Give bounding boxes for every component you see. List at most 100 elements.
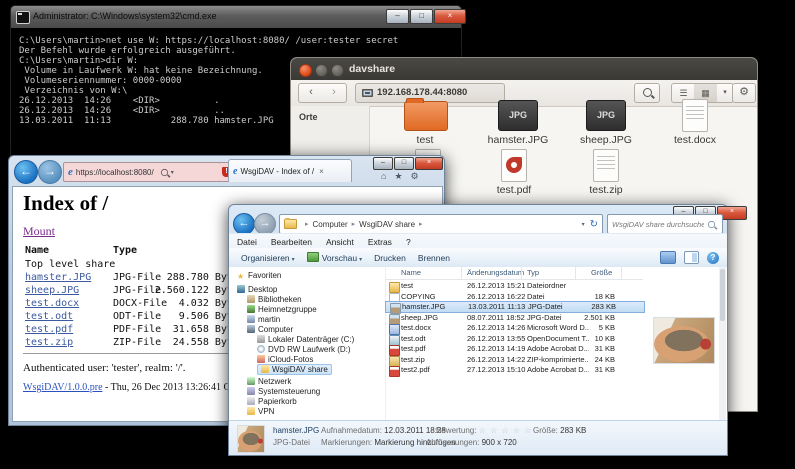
table-row-zip[interactable]: test.zip26.12.2013 14:22 ZIP-komprimiert… <box>385 355 643 366</box>
table-row-pdf[interactable]: test.pdf26.12.2013 14:19 Adobe Acrobat D… <box>385 344 643 355</box>
file-link[interactable]: test.docx <box>25 298 79 309</box>
sidebar-item-systemsteuerung[interactable]: Systemsteuerung <box>247 387 320 396</box>
sidebar-item-icloud-fotos[interactable]: iCloud-Fotos <box>257 355 313 364</box>
menu-extras[interactable]: Extras <box>368 237 392 247</box>
minimize-button[interactable] <box>315 64 328 77</box>
minimize-button[interactable]: – <box>386 9 409 24</box>
nautilus-titlebar[interactable]: davshare <box>291 58 757 81</box>
cmd-title: Administrator: C:\Windows\system32\cmd.e… <box>33 11 217 21</box>
address-dropdown-icon[interactable]: ▾ <box>582 221 585 228</box>
file-link[interactable]: test.pdf <box>25 324 73 335</box>
print-button[interactable]: Drucken <box>374 253 406 263</box>
back-button[interactable]: ← <box>233 213 255 235</box>
sidebar-item-favoriten[interactable]: ★Favoriten <box>237 271 281 280</box>
table-row-docx[interactable]: test.docx26.12.2013 14:26 Microsoft Word… <box>385 323 643 334</box>
close-button[interactable]: × <box>415 157 443 170</box>
table-row-sheep[interactable]: sheep.JPG08.07.2011 18:52 JPG-Datei2.501… <box>385 313 643 324</box>
forward-button[interactable]: → <box>38 160 62 184</box>
sidebar-item-drive-c[interactable]: Lokaler Datenträger (C:) <box>257 335 354 344</box>
sidebar-item-netzwerk[interactable]: Netzwerk <box>247 377 291 386</box>
search-input[interactable] <box>610 216 706 232</box>
column-size[interactable]: Größe <box>591 268 612 277</box>
tools-gear-icon[interactable]: ⚙ <box>411 171 427 181</box>
breadcrumb-share[interactable]: WsgiDAV share <box>359 220 415 229</box>
table-row-hamster-selected[interactable]: hamster.JPG13.03.2011 11:13 JPG-Datei283… <box>385 301 645 313</box>
forward-button[interactable]: → <box>254 213 276 235</box>
column-type[interactable]: Typ <box>527 268 539 277</box>
file-item-test-zip[interactable]: test.zip <box>568 149 644 196</box>
file-item-test-pdf[interactable]: test.pdf <box>476 149 552 196</box>
network-share-icon <box>362 89 373 97</box>
server-footer: WsgiDAV/1.0.0.pre - Thu, 26 Dec 2013 13:… <box>23 382 246 393</box>
menu-datei[interactable]: Datei <box>237 237 257 247</box>
minimize-button[interactable]: – <box>373 157 393 170</box>
refresh-icon[interactable]: ↻ <box>590 219 598 230</box>
file-link[interactable]: hamster.JPG <box>25 272 91 283</box>
scrollbar-thumb[interactable] <box>720 269 725 321</box>
help-icon[interactable]: ? <box>707 252 719 264</box>
scrollbar[interactable] <box>719 267 726 421</box>
file-label: sheep.JPG <box>568 134 644 146</box>
browser-tab[interactable]: e WsgiDAV - Index of / × <box>228 159 352 182</box>
change-view-icon[interactable] <box>660 251 676 264</box>
breadcrumb-computer[interactable]: Computer <box>313 220 348 229</box>
back-button[interactable]: ← <box>14 160 38 184</box>
forward-button[interactable]: › <box>322 83 347 103</box>
chevron-down-icon[interactable]: ▾ <box>171 169 174 176</box>
sidebar-item-computer[interactable]: Computer <box>247 325 293 334</box>
preview-pane-toggle-icon[interactable] <box>684 251 699 264</box>
trash-icon <box>247 397 255 405</box>
sidebar-item-martin[interactable]: martin <box>247 315 280 324</box>
address-bar[interactable]: e https://localhost:8080/ ▾ <box>63 162 221 182</box>
file-link[interactable]: test.zip <box>25 337 73 348</box>
file-item-sheep-jpg[interactable]: JPG sheep.JPG <box>568 99 644 146</box>
hamster-photo-preview <box>653 317 715 364</box>
wsgidav-link[interactable]: WsgiDAV/1.0.0.pre <box>23 382 103 393</box>
address-breadcrumb[interactable]: ▸ Computer ▸ WsgiDAV share ▸ ▾ ↻ <box>279 214 603 234</box>
sidebar-item-bibliotheken[interactable]: Bibliotheken <box>247 295 302 304</box>
tab-close-icon[interactable]: × <box>319 167 324 176</box>
breadcrumb-arrow-icon: ▸ <box>305 220 309 228</box>
maximize-button[interactable] <box>331 64 344 77</box>
home-icon[interactable]: ⌂ <box>381 171 394 181</box>
file-item-hamster-jpg[interactable]: JPG hamster.JPG <box>480 99 556 146</box>
column-name[interactable]: Name <box>401 268 421 277</box>
file-label: test <box>387 134 463 146</box>
search-icon <box>643 88 652 97</box>
file-label: hamster.JPG <box>480 134 556 146</box>
hamster-thumbnail <box>237 425 265 453</box>
sidebar-item-dvd[interactable]: DVD RW Laufwerk (D:) <box>257 345 351 354</box>
table-row-test[interactable]: test26.12.2013 15:21 Dateiordner <box>385 281 643 292</box>
close-button[interactable] <box>299 64 312 77</box>
sidebar-item-heimnetzgruppe[interactable]: Heimnetzgruppe <box>247 305 317 314</box>
gear-menu-button[interactable]: ⚙ <box>732 83 756 103</box>
file-link[interactable]: sheep.JPG <box>25 285 79 296</box>
mount-link[interactable]: Mount <box>23 224 55 239</box>
column-date[interactable]: Änderungsdatum <box>467 268 524 277</box>
sidebar-item-wsgidav-share[interactable]: WsgiDAV share <box>257 365 332 374</box>
cmd-titlebar[interactable]: Administrator: C:\Windows\system32\cmd.e… <box>11 6 461 29</box>
menu-help[interactable]: ? <box>406 237 411 247</box>
search-box[interactable] <box>607 214 723 234</box>
back-button[interactable]: ‹ <box>298 83 324 103</box>
sidebar-item-desktop[interactable]: Desktop <box>237 285 277 294</box>
menu-bearbeiten[interactable]: Bearbeiten <box>271 237 312 247</box>
sidebar-item-papierkorb[interactable]: Papierkorb <box>247 397 297 406</box>
burn-button[interactable]: Brennen <box>418 253 450 263</box>
url-text: https://localhost:8080/ <box>76 168 154 177</box>
file-item-test-docx[interactable]: test.docx <box>657 99 733 146</box>
maximize-button[interactable]: □ <box>410 9 433 24</box>
file-link[interactable]: test.odt <box>25 311 73 322</box>
table-row-pdf2[interactable]: test2.pdf27.12.2013 15:10 Adobe Acrobat … <box>385 365 643 376</box>
details-rating[interactable]: Bewertung: ☆ ☆ ☆ ☆ ☆ <box>436 426 532 435</box>
organize-button[interactable]: Organisieren▾ <box>241 253 295 263</box>
close-button[interactable]: × <box>434 9 466 24</box>
file-item-test-folder[interactable]: test <box>387 99 463 146</box>
favorites-star-icon[interactable]: ★ <box>394 171 410 181</box>
sidebar-item-vpn[interactable]: VPN <box>247 407 274 416</box>
maximize-button[interactable]: □ <box>394 157 414 170</box>
folder-icon <box>404 101 448 131</box>
table-row-odt[interactable]: test.odt26.12.2013 13:55 OpenDocument T.… <box>385 334 643 345</box>
preview-button[interactable]: Vorschau▾ <box>307 252 362 263</box>
menu-ansicht[interactable]: Ansicht <box>326 237 354 247</box>
